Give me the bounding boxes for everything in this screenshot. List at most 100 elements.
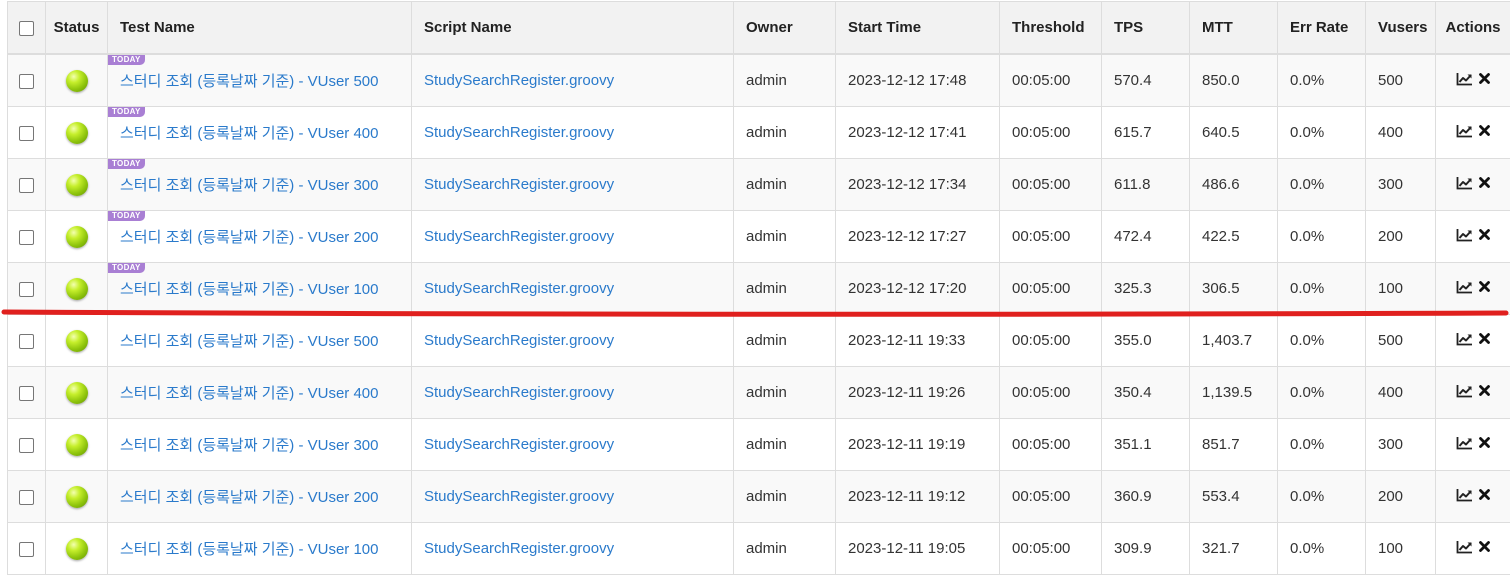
close-icon[interactable] — [1479, 229, 1490, 240]
close-icon[interactable] — [1479, 73, 1490, 84]
header-test-name[interactable]: Test Name — [108, 2, 412, 55]
vusers-cell: 300 — [1366, 419, 1436, 471]
vusers-cell: 100 — [1366, 523, 1436, 575]
row-checkbox[interactable] — [19, 126, 34, 141]
header-start-time[interactable]: Start Time — [836, 2, 1000, 55]
row-checkbox[interactable] — [19, 178, 34, 193]
script-name-link[interactable]: StudySearchRegister.groovy — [424, 72, 614, 89]
test-name-link[interactable]: 스터디 조회 (등록날짜 기준) - VUser 100 — [120, 541, 379, 558]
header-owner[interactable]: Owner — [734, 2, 836, 55]
script-name-link[interactable]: StudySearchRegister.groovy — [424, 488, 614, 505]
test-name-cell: TODAY스터디 조회 (등록날짜 기준) - VUser 400 — [108, 107, 412, 159]
close-icon[interactable] — [1479, 177, 1490, 188]
status-finished-icon[interactable] — [66, 486, 88, 508]
test-name-link[interactable]: 스터디 조회 (등록날짜 기준) - VUser 400 — [120, 125, 379, 142]
line-chart-icon[interactable] — [1456, 384, 1473, 398]
status-finished-icon[interactable] — [66, 330, 88, 352]
row-checkbox[interactable] — [19, 438, 34, 453]
status-finished-icon[interactable] — [66, 382, 88, 404]
test-name-link[interactable]: 스터디 조회 (등록날짜 기준) - VUser 200 — [120, 489, 379, 506]
mtt-cell: 850.0 — [1190, 54, 1278, 107]
header-err-rate[interactable]: Err Rate — [1278, 2, 1366, 55]
header-tps[interactable]: TPS — [1102, 2, 1190, 55]
test-name-link[interactable]: 스터디 조회 (등록날짜 기준) - VUser 400 — [120, 385, 379, 402]
script-name-link[interactable]: StudySearchRegister.groovy — [424, 332, 614, 349]
owner-cell: admin — [734, 367, 836, 419]
start-time-cell: 2023-12-11 19:19 — [836, 419, 1000, 471]
test-name-link[interactable]: 스터디 조회 (등록날짜 기준) - VUser 200 — [120, 229, 379, 246]
line-chart-icon[interactable] — [1456, 280, 1473, 294]
line-chart-icon[interactable] — [1456, 72, 1473, 86]
header-vusers[interactable]: Vusers — [1366, 2, 1436, 55]
row-checkbox[interactable] — [19, 490, 34, 505]
header-script-name[interactable]: Script Name — [412, 2, 734, 55]
mtt-cell: 1,139.5 — [1190, 367, 1278, 419]
close-icon[interactable] — [1479, 125, 1490, 136]
status-finished-icon[interactable] — [66, 538, 88, 560]
today-badge: TODAY — [108, 263, 145, 273]
start-time-cell: 2023-12-12 17:41 — [836, 107, 1000, 159]
owner-cell: admin — [734, 315, 836, 367]
row-checkbox-cell — [8, 471, 46, 523]
actions-cell — [1436, 367, 1510, 419]
close-icon[interactable] — [1479, 385, 1490, 396]
select-all-checkbox[interactable] — [19, 21, 34, 36]
script-name-cell: StudySearchRegister.groovy — [412, 159, 734, 211]
script-name-link[interactable]: StudySearchRegister.groovy — [424, 384, 614, 401]
status-cell — [46, 315, 108, 367]
test-name-link[interactable]: 스터디 조회 (등록날짜 기준) - VUser 300 — [120, 177, 379, 194]
test-name-link[interactable]: 스터디 조회 (등록날짜 기준) - VUser 500 — [120, 333, 379, 350]
mtt-cell: 422.5 — [1190, 211, 1278, 263]
status-finished-icon[interactable] — [66, 278, 88, 300]
status-finished-icon[interactable] — [66, 70, 88, 92]
row-checkbox[interactable] — [19, 282, 34, 297]
table-row: 스터디 조회 (등록날짜 기준) - VUser 200 StudySearchR… — [8, 471, 1510, 523]
script-name-link[interactable]: StudySearchRegister.groovy — [424, 176, 614, 193]
close-icon[interactable] — [1479, 281, 1490, 292]
script-name-cell: StudySearchRegister.groovy — [412, 211, 734, 263]
header-mtt[interactable]: MTT — [1190, 2, 1278, 55]
header-threshold[interactable]: Threshold — [1000, 2, 1102, 55]
test-name-link[interactable]: 스터디 조회 (등록날짜 기준) - VUser 300 — [120, 437, 379, 454]
row-checkbox-cell — [8, 107, 46, 159]
line-chart-icon[interactable] — [1456, 332, 1473, 346]
close-icon[interactable] — [1479, 541, 1490, 552]
close-icon[interactable] — [1479, 489, 1490, 500]
script-name-link[interactable]: StudySearchRegister.groovy — [424, 228, 614, 245]
script-name-link[interactable]: StudySearchRegister.groovy — [424, 540, 614, 557]
line-chart-icon[interactable] — [1456, 540, 1473, 554]
status-finished-icon[interactable] — [66, 434, 88, 456]
mtt-cell: 851.7 — [1190, 419, 1278, 471]
line-chart-icon[interactable] — [1456, 488, 1473, 502]
vusers-cell: 500 — [1366, 315, 1436, 367]
script-name-link[interactable]: StudySearchRegister.groovy — [424, 124, 614, 141]
row-checkbox[interactable] — [19, 542, 34, 557]
header-status[interactable]: Status — [46, 2, 108, 55]
header-actions: Actions — [1436, 2, 1510, 55]
row-checkbox[interactable] — [19, 334, 34, 349]
row-checkbox[interactable] — [19, 386, 34, 401]
line-chart-icon[interactable] — [1456, 436, 1473, 450]
close-icon[interactable] — [1479, 333, 1490, 344]
owner-cell: admin — [734, 211, 836, 263]
status-finished-icon[interactable] — [66, 226, 88, 248]
row-checkbox-cell — [8, 211, 46, 263]
script-name-cell: StudySearchRegister.groovy — [412, 419, 734, 471]
close-icon[interactable] — [1479, 437, 1490, 448]
status-finished-icon[interactable] — [66, 122, 88, 144]
line-chart-icon[interactable] — [1456, 176, 1473, 190]
err-rate-cell: 0.0% — [1278, 419, 1366, 471]
script-name-link[interactable]: StudySearchRegister.groovy — [424, 436, 614, 453]
row-checkbox[interactable] — [19, 74, 34, 89]
test-name-link[interactable]: 스터디 조회 (등록날짜 기준) - VUser 500 — [120, 73, 379, 90]
err-rate-cell: 0.0% — [1278, 315, 1366, 367]
tps-cell: 611.8 — [1102, 159, 1190, 211]
line-chart-icon[interactable] — [1456, 124, 1473, 138]
script-name-link[interactable]: StudySearchRegister.groovy — [424, 280, 614, 297]
owner-cell: admin — [734, 419, 836, 471]
status-finished-icon[interactable] — [66, 174, 88, 196]
threshold-cell: 00:05:00 — [1000, 159, 1102, 211]
test-name-link[interactable]: 스터디 조회 (등록날짜 기준) - VUser 100 — [120, 281, 379, 298]
line-chart-icon[interactable] — [1456, 228, 1473, 242]
row-checkbox[interactable] — [19, 230, 34, 245]
